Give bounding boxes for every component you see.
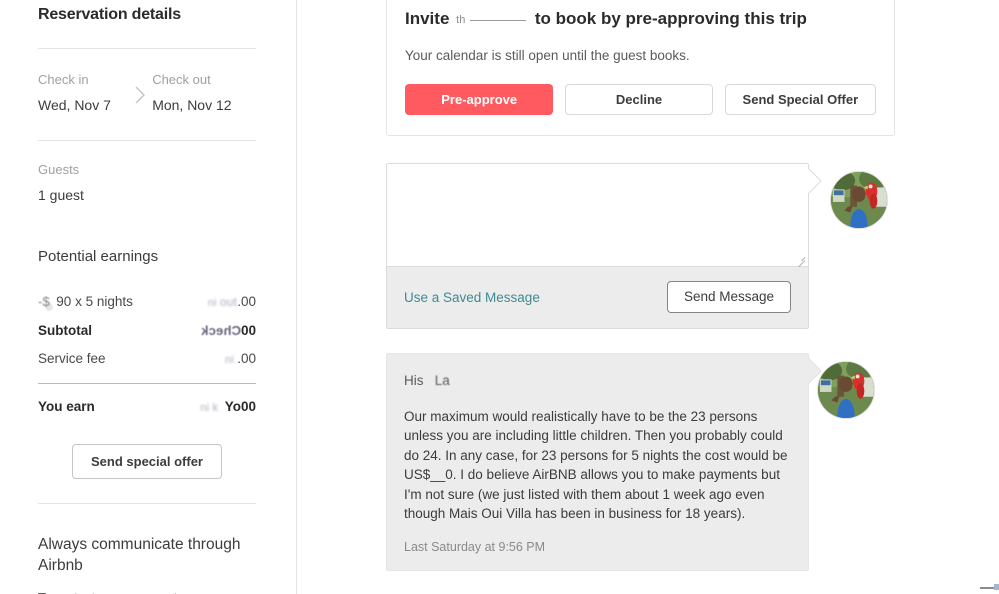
earnings-row-label: Subtotal [38,323,92,338]
check-in-block: Check in Wed, Nov 7 [38,71,130,116]
page-title: Reservation details [38,6,181,23]
page-bottom-artifact [980,583,999,591]
divider [38,383,256,384]
resize-grip-icon[interactable] [795,253,806,267]
message-composer: Use a Saved Message Send Message [386,162,888,329]
earnings-row-amount: ni k Yo00 [200,399,256,414]
ghost-artifact: ni k [200,402,225,414]
send-special-offer-button[interactable]: Send special offer [72,444,222,479]
redacted-greeting-name: La [434,372,450,388]
ghost-artifact: ni [207,297,220,309]
earnings-row-service-fee: Service fee ni .00 [38,345,256,374]
ghost-artifact: Check [200,323,241,338]
message-textarea[interactable] [387,163,808,266]
earnings-row-amount: Check00 [201,317,256,345]
invite-card: Invite th to book by pre-approving this … [386,0,895,136]
chevron-right-icon [130,71,152,105]
earnings-row-subtotal: Subtotal Check00 [38,317,256,345]
message-body: Our maximum would realistically have to … [404,408,788,522]
ghost-artifact: out [219,295,238,309]
message-greeting: His La [404,372,450,388]
pre-approve-button[interactable]: Pre-approve [405,83,554,115]
earnings-row-label: You earn [38,399,95,414]
earnings-row-label: Service fee [38,351,106,366]
send-special-offer-wrap: Send special offer [38,422,256,479]
dates-row: Check in Wed, Nov 7 Check out Mon, Nov 1… [38,49,256,116]
check-in-value: Wed, Nov 7 [38,97,111,113]
composer-footer: Use a Saved Message Send Message [386,266,809,329]
guests-value: 1 guest [38,187,84,203]
send-special-offer-button-main[interactable]: Send Special Offer [724,83,877,115]
message-input-box[interactable] [386,162,809,267]
invite-heading-suffix: to book by pre-approving this trip [534,9,807,28]
redacted-guest-name: th [456,8,528,32]
check-out-block: Check out Mon, Nov 12 [152,71,256,116]
ghost-artifact: ni [225,354,238,366]
check-out-label: Check out [152,72,211,87]
check-out-value: Mon, Nov 12 [152,97,232,113]
send-message-button[interactable]: Send Message [666,281,791,313]
invite-heading: Invite th to book by pre-approving this … [405,7,876,32]
airbnb-reservation-page: Reservation details Check in Wed, Nov 7 … [0,0,999,594]
check-in-label: Check in [38,72,89,87]
earnings-table: -$o 90 x 5 nights ni out.00 Subtotal Chec… [38,288,256,422]
guests-block: Guests 1 guest [38,141,256,206]
earnings-row-label: -$o 90 x 5 nights [38,294,133,313]
invite-subtitle: Your calendar is still open until the gu… [405,47,690,63]
message-timestamp: Last Saturday at 9:56 PM [404,539,546,554]
use-saved-message-link[interactable]: Use a Saved Message [404,290,540,305]
main-column: Invite th to book by pre-approving this … [386,0,999,594]
avatar [830,170,888,229]
invite-actions: Pre-approve Decline Send Special Offer [405,83,877,115]
decline-button[interactable]: Decline [565,83,713,115]
earnings-row-amount: ni out.00 [207,294,256,309]
always-communicate-body: To protect your payment, never transfer … [38,588,256,594]
guests-label: Guests [38,162,80,177]
message-bubble: His La Our maximum would realistically h… [386,352,809,571]
earnings-row-nightly: -$o 90 x 5 nights ni out.00 [38,288,256,317]
always-communicate-title: Always communicate through Airbnb [38,536,241,574]
incoming-message: His La Our maximum would realistically h… [386,352,875,571]
earnings-row-amount: ni .00 [225,351,256,366]
earnings-row-you-earn: You earn ni k Yo00 [38,393,256,422]
avatar [817,360,875,419]
reservation-details-sidebar: Reservation details Check in Wed, Nov 7 … [0,0,297,594]
redaction-bar [470,19,527,21]
invite-heading-prefix: Invite [405,9,450,28]
potential-earnings-title: Potential earnings [38,248,159,265]
